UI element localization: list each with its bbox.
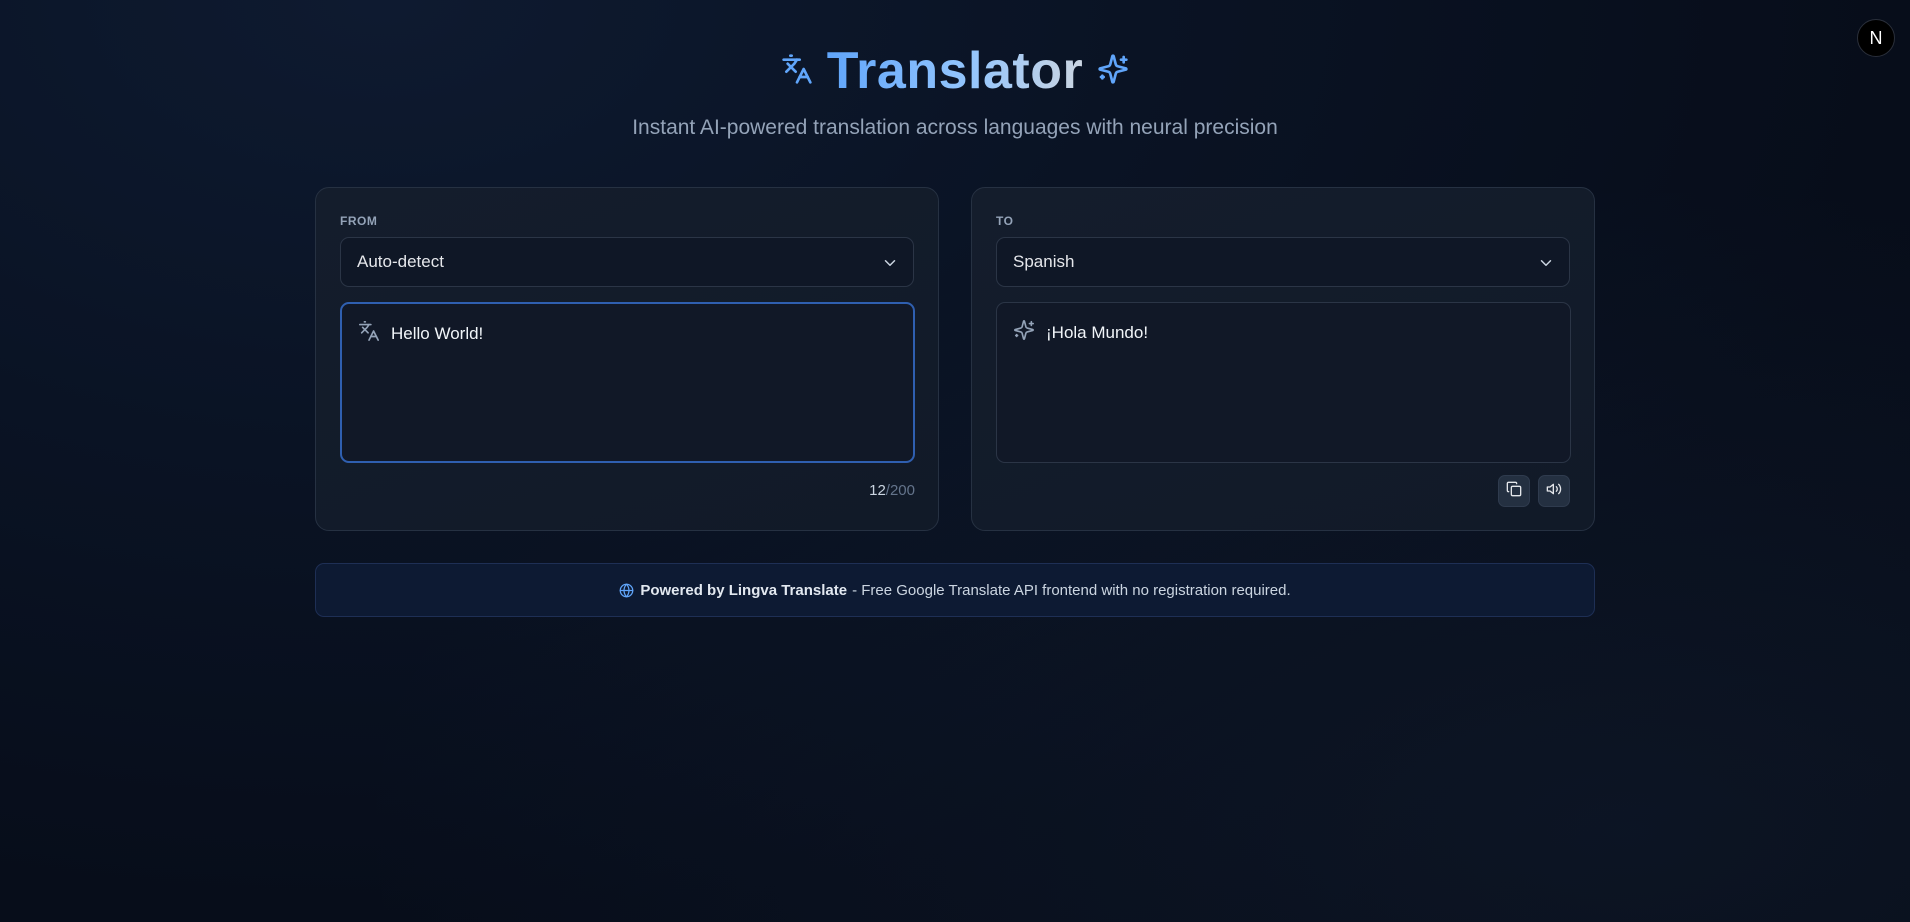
translated-text: ¡Hola Mundo! — [1046, 323, 1149, 342]
sparkles-icon — [1013, 319, 1035, 346]
powered-by-banner: Powered by Lingva Translate - Free Googl… — [315, 563, 1595, 617]
powered-by-description: - Free Google Translate API frontend wit… — [852, 581, 1291, 599]
translation-output: ¡Hola Mundo! — [996, 302, 1571, 463]
character-counter: 12/200 — [869, 482, 915, 499]
copy-button[interactable] — [1498, 475, 1530, 507]
character-count: 12 — [869, 482, 886, 499]
translate-icon — [358, 320, 380, 347]
character-limit: /200 — [885, 482, 915, 499]
speaker-icon — [1546, 481, 1562, 502]
chevron-down-icon — [881, 254, 899, 277]
chevron-down-icon — [1537, 254, 1555, 277]
to-label: TO — [996, 214, 1014, 228]
source-language-select[interactable]: Auto-detect — [340, 237, 914, 287]
powered-by-text: Powered by Lingva Translate — [640, 581, 848, 599]
translate-icon — [781, 53, 813, 90]
speak-button[interactable] — [1538, 475, 1570, 507]
source-language-value: Auto-detect — [357, 252, 444, 271]
page-title: Translator — [826, 42, 1084, 100]
title-row: Translator — [0, 40, 1910, 102]
target-panel: TO Spanish ¡Hola Mundo! — [971, 187, 1595, 531]
source-text-input[interactable]: Hello World! — [340, 302, 915, 463]
target-language-select[interactable]: Spanish — [996, 237, 1570, 287]
copy-icon — [1506, 481, 1522, 502]
sparkles-icon — [1097, 53, 1129, 90]
source-panel: FROM Auto-detect Hello World! 12/200 — [315, 187, 939, 531]
page-header: Translator Instant AI-powered translatio… — [0, 40, 1910, 140]
target-language-value: Spanish — [1013, 252, 1075, 271]
from-label: FROM — [340, 214, 378, 228]
user-avatar[interactable]: N — [1857, 19, 1895, 57]
globe-icon — [619, 583, 634, 598]
avatar-letter: N — [1869, 27, 1883, 48]
page-subtitle: Instant AI-powered translation across la… — [632, 116, 1278, 139]
source-text: Hello World! — [391, 324, 484, 343]
